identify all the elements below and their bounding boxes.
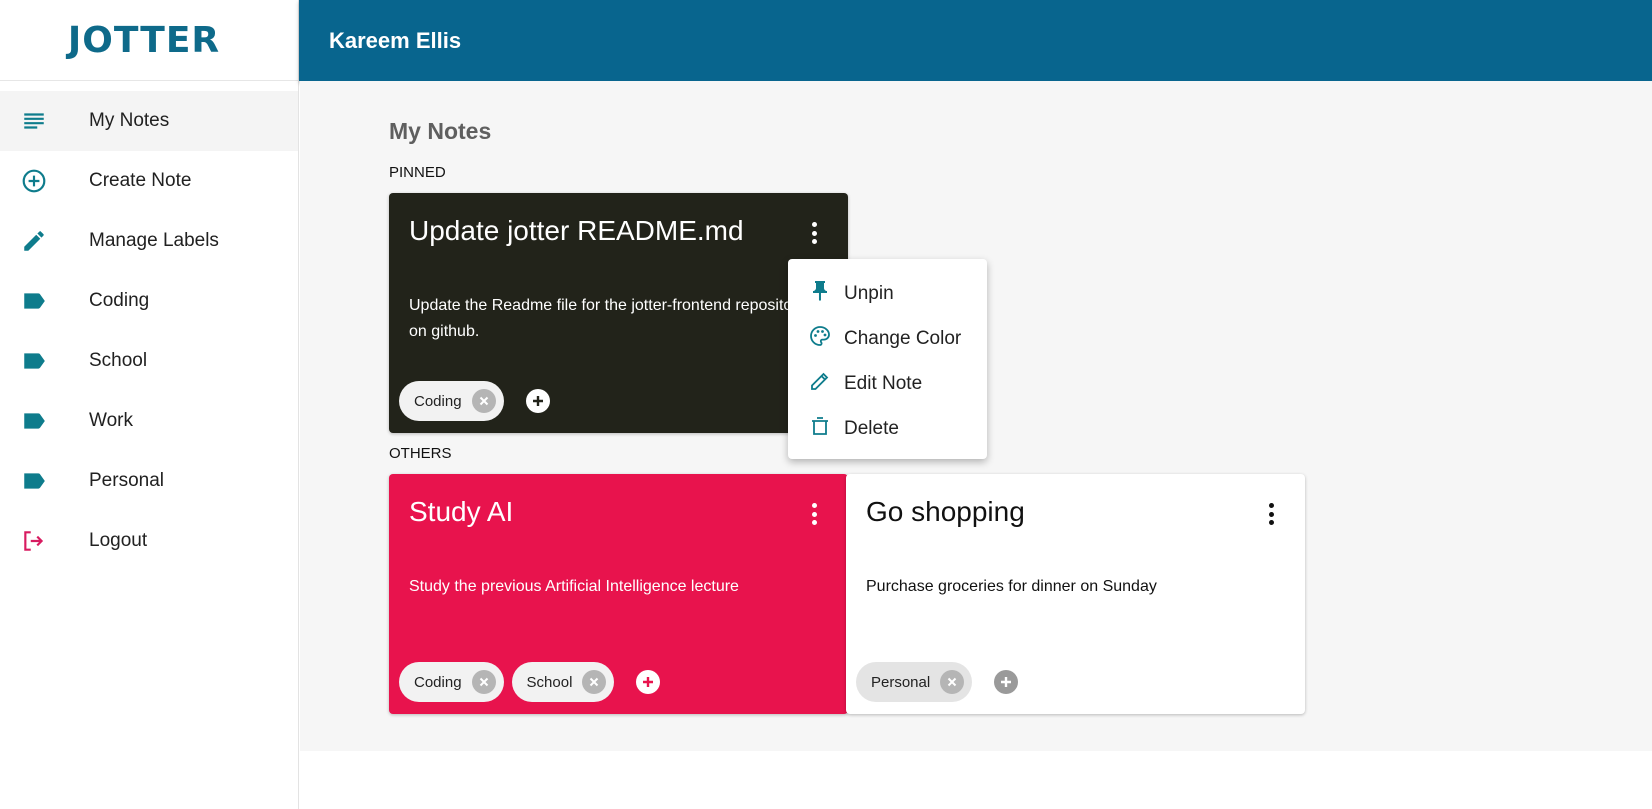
note-card[interactable]: Study AI Study the previous Artificial I… xyxy=(389,474,848,714)
note-title: Study AI xyxy=(409,496,514,527)
sidebar-item-label: Create Note xyxy=(89,170,192,191)
menu-item-label: Edit Note xyxy=(844,372,923,394)
sidebar-item-manage-labels[interactable]: Manage Labels xyxy=(0,211,298,271)
remove-label-icon[interactable] xyxy=(471,670,496,694)
sidebar-item-school[interactable]: School xyxy=(0,331,298,391)
note-labels: Coding xyxy=(399,381,550,421)
note-body: Update the Readme file for the jotter-fr… xyxy=(409,297,806,340)
sidebar-nav: My Notes Create Note Manage Labels Codin… xyxy=(0,91,298,571)
sidebar-item-label: My Notes xyxy=(89,110,170,131)
page-title: My Notes xyxy=(389,118,492,144)
sidebar-item-label: Work xyxy=(89,410,133,431)
label-tag-icon xyxy=(0,288,89,314)
label-chip[interactable]: Personal xyxy=(856,662,973,702)
label-chip[interactable]: Coding xyxy=(399,662,504,702)
app-logo[interactable]: JOTTER xyxy=(68,20,230,61)
sidebar-item-coding[interactable]: Coding xyxy=(0,271,298,331)
logout-icon xyxy=(0,528,89,554)
sidebar-item-my-notes[interactable]: My Notes xyxy=(0,91,298,151)
sidebar-item-logout[interactable]: Logout xyxy=(0,511,298,571)
note-body: Study the previous Artificial Intelligen… xyxy=(409,578,739,595)
note-labels: Coding School xyxy=(399,662,661,702)
palette-icon xyxy=(808,324,832,353)
user-name: Kareem Ellis xyxy=(329,27,462,53)
sidebar-item-personal[interactable]: Personal xyxy=(0,451,298,511)
menu-item-label: Delete xyxy=(844,417,899,439)
remove-label-icon[interactable] xyxy=(471,389,496,413)
add-label-icon[interactable] xyxy=(525,389,550,413)
label-tag-icon xyxy=(0,408,89,434)
pinned-section-label: PINNED xyxy=(389,164,446,181)
menu-item-unpin[interactable]: Unpin xyxy=(788,271,987,316)
label-tag-icon xyxy=(0,348,89,374)
sidebar-item-work[interactable]: Work xyxy=(0,391,298,451)
note-context-menu: Unpin Change Color Edit Note Delete xyxy=(788,259,987,459)
menu-item-delete[interactable]: Delete xyxy=(788,406,987,451)
label-chip[interactable]: School xyxy=(511,662,615,702)
notes-list-icon xyxy=(0,108,89,134)
note-labels: Personal xyxy=(856,662,1019,702)
label-chip-text: Coding xyxy=(414,392,462,410)
menu-item-edit-note[interactable]: Edit Note xyxy=(788,361,987,406)
logo-area: JOTTER xyxy=(0,0,298,81)
remove-label-icon[interactable] xyxy=(940,670,965,694)
label-tag-icon xyxy=(0,468,89,494)
note-body: Purchase groceries for dinner on Sunday xyxy=(866,578,1157,595)
sidebar-item-label: Manage Labels xyxy=(89,230,219,251)
note-more-menu-icon[interactable] xyxy=(804,219,824,247)
sidebar-item-label: Logout xyxy=(89,530,148,551)
note-more-menu-icon[interactable] xyxy=(1261,500,1281,528)
menu-item-label: Unpin xyxy=(844,282,894,304)
add-label-icon[interactable] xyxy=(636,670,661,694)
note-more-menu-icon[interactable] xyxy=(804,500,824,528)
sidebar: JOTTER My Notes Create Note Manage Label… xyxy=(0,0,299,809)
top-app-bar: Kareem Ellis xyxy=(299,0,1652,81)
trash-icon xyxy=(808,414,832,443)
sidebar-item-label: Coding xyxy=(89,290,150,311)
remove-label-icon[interactable] xyxy=(582,670,607,694)
sidebar-item-label: School xyxy=(89,350,148,371)
add-label-icon[interactable] xyxy=(994,670,1019,694)
note-title: Go shopping xyxy=(866,496,1025,527)
label-chip-text: School xyxy=(526,673,573,691)
menu-item-change-color[interactable]: Change Color xyxy=(788,316,987,361)
sidebar-item-create-note[interactable]: Create Note xyxy=(0,151,298,211)
label-chip[interactable]: Coding xyxy=(399,381,504,421)
note-card[interactable]: Go shopping Purchase groceries for dinne… xyxy=(846,474,1305,714)
add-circle-icon xyxy=(0,168,89,194)
pin-icon xyxy=(808,279,832,308)
sidebar-item-label: Personal xyxy=(89,470,164,491)
label-chip-text: Personal xyxy=(871,673,931,691)
note-title: Update jotter README.md xyxy=(409,215,744,246)
note-card[interactable]: Update jotter README.md Update the Readm… xyxy=(389,193,848,433)
label-chip-text: Coding xyxy=(414,673,462,691)
pencil-icon xyxy=(0,228,89,254)
others-section-label: OTHERS xyxy=(389,445,452,462)
pencil-icon xyxy=(808,369,832,398)
menu-item-label: Change Color xyxy=(844,327,962,349)
